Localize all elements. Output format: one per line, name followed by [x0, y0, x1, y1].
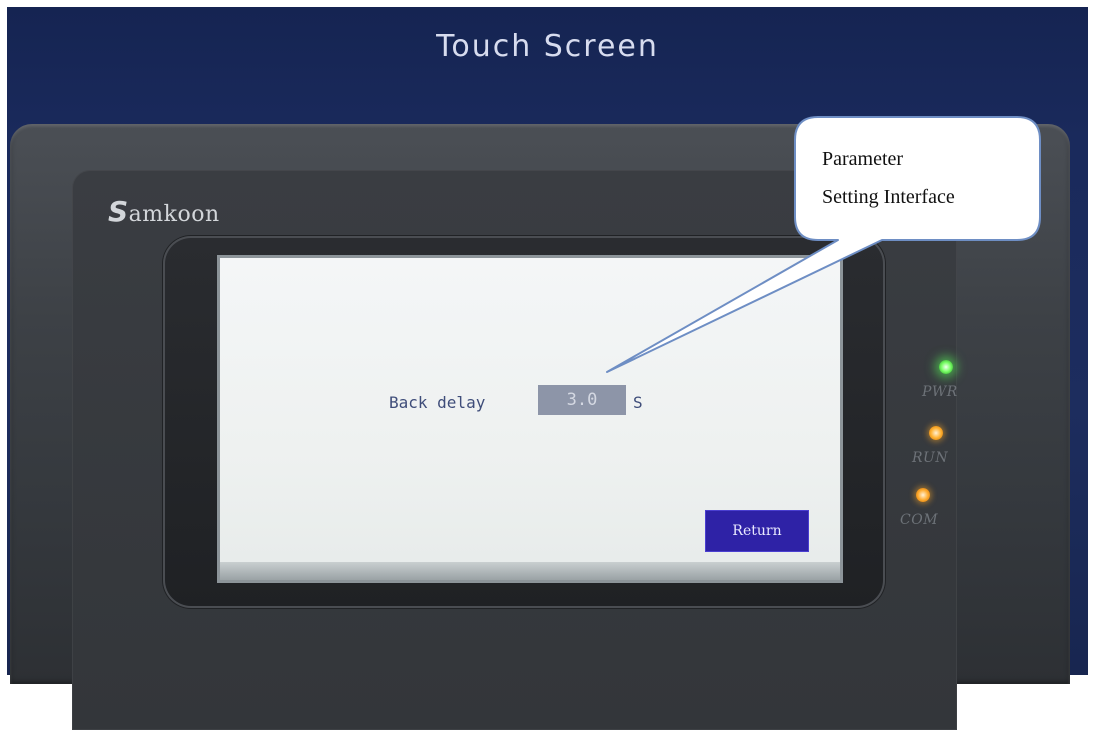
brand-logo: Samkoon — [108, 195, 220, 228]
back-delay-label: Back delay — [389, 393, 486, 412]
com-label: COM — [900, 512, 939, 528]
com-led-icon — [916, 488, 930, 502]
run-led-icon — [929, 426, 943, 440]
pwr-label: PWR — [922, 384, 958, 400]
callout-text: Parameter Setting Interface — [822, 140, 1032, 216]
brand-initial: S — [108, 195, 129, 228]
panel-title: Touch Screen — [436, 29, 659, 64]
back-delay-input[interactable]: 3.0 — [538, 385, 626, 415]
callout-line-1: Parameter — [822, 148, 904, 170]
back-delay-unit: S — [633, 393, 643, 412]
pwr-led-icon — [939, 360, 953, 374]
brand-name: amkoon — [128, 202, 220, 227]
callout-line-2: Setting Interface — [822, 186, 955, 208]
run-label: RUN — [912, 450, 949, 466]
return-button[interactable]: Return — [705, 510, 809, 552]
screen-bottom-edge — [220, 562, 840, 580]
